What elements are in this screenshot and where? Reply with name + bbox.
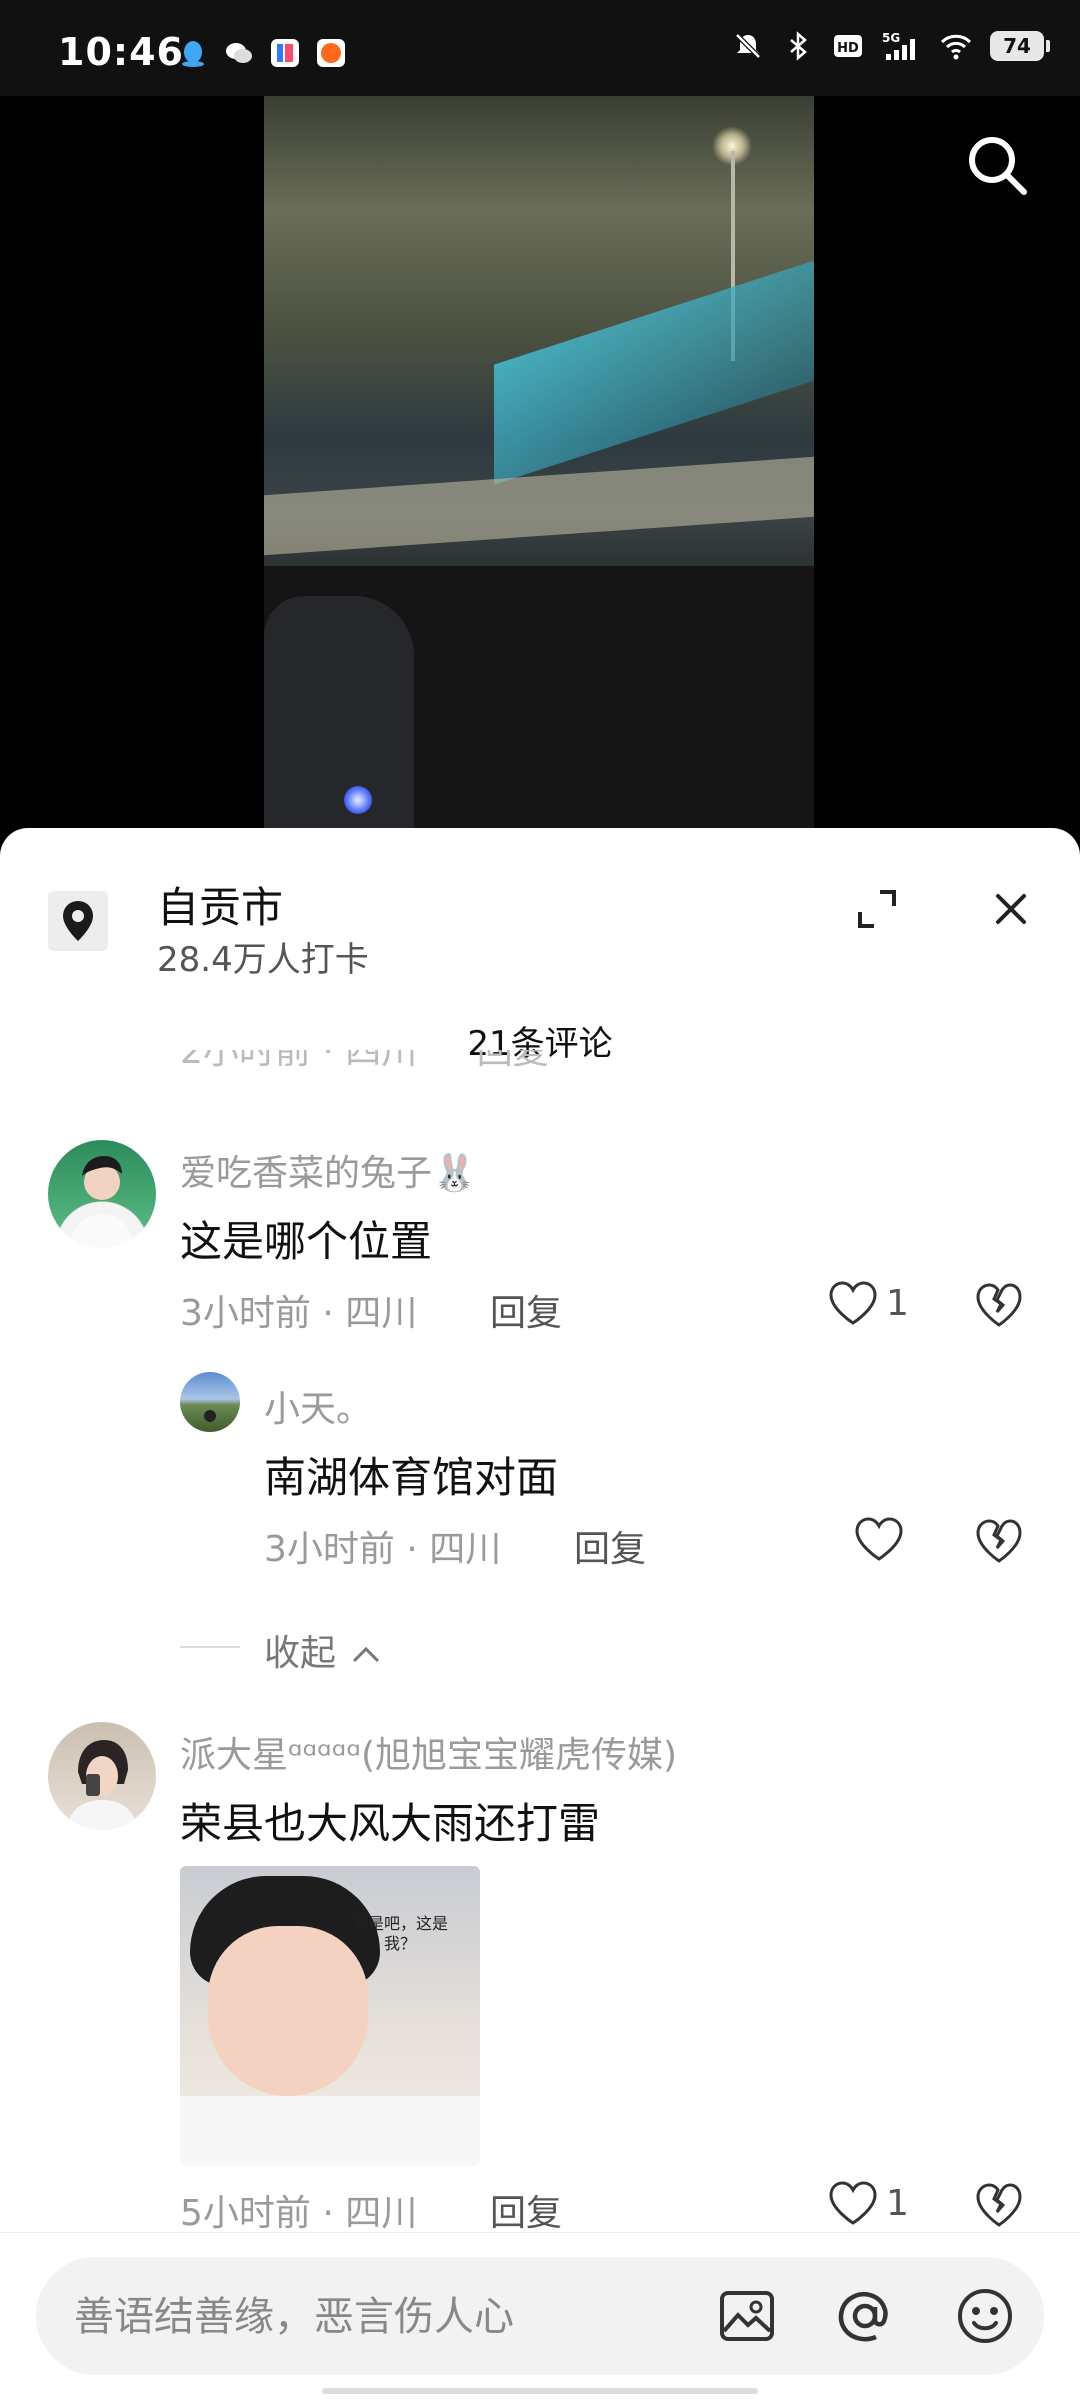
status-time: 10:46 <box>58 30 184 74</box>
reply-content[interactable]: 南湖体育馆对面 <box>264 1444 558 1505</box>
video-player[interactable] <box>0 96 1080 856</box>
comment-username[interactable]: 派大星ᵅᵅᵅᵅᵅ(旭旭宝宝耀虎传媒) <box>180 1726 677 1778</box>
dislike-icon[interactable] <box>974 1280 1024 1330</box>
close-icon[interactable] <box>990 888 1032 930</box>
collapse-divider <box>180 1646 240 1648</box>
app-icon-orange <box>317 39 345 67</box>
emoji-icon[interactable] <box>954 2285 1016 2347</box>
status-app-icons <box>178 38 346 68</box>
svg-text:5G: 5G <box>882 31 900 45</box>
battery-icon: 74 <box>990 31 1050 61</box>
location-pin-icon <box>48 891 108 951</box>
avatar[interactable] <box>48 1140 156 1248</box>
signal-icon: 5G <box>882 31 915 60</box>
comment-sticker-image[interactable]: 不是吧，这是 我？ <box>180 1866 480 2166</box>
comment-input[interactable] <box>74 2287 694 2347</box>
header-divider <box>0 1074 1080 1075</box>
comment-content[interactable]: 荣县也大风大雨还打雷 <box>180 1790 600 1851</box>
comment-username[interactable]: 爱吃香菜的兔子🐰 <box>180 1144 477 1196</box>
sticker-caption: 不是吧，这是 我？ <box>351 1914 448 1953</box>
reply-button[interactable]: 回复 <box>490 2184 562 2236</box>
hd-icon: HD <box>834 35 862 57</box>
like-button[interactable]: 1 <box>828 2180 909 2226</box>
like-button[interactable]: 1 <box>828 1280 909 1326</box>
avatar[interactable] <box>48 1722 156 1830</box>
svg-text:HD: HD <box>837 41 859 56</box>
reply-button[interactable]: 回复 <box>490 1284 562 1336</box>
video-led <box>344 786 372 814</box>
clipped-comment-row: 2小时前 · 四川 回复 <box>0 1050 1080 1074</box>
bluetooth-icon <box>790 31 807 61</box>
status-system-icons: HD 5G 74 <box>732 30 1050 62</box>
wifi-icon <box>940 34 972 60</box>
reply-avatar[interactable] <box>180 1372 240 1432</box>
reply-button[interactable]: 回复 <box>574 1520 646 1572</box>
comment-content[interactable]: 这是哪个位置 <box>180 1208 432 1269</box>
mention-icon[interactable] <box>834 2285 896 2347</box>
reply-username[interactable]: 小天。 <box>264 1380 372 1432</box>
clipped-meta: 2小时前 · 四川 <box>180 1050 418 1072</box>
mute-icon <box>735 33 761 59</box>
clipped-reply: 回复 <box>476 1050 549 1072</box>
heart-icon <box>829 2181 877 2225</box>
app-icon <box>271 39 299 67</box>
qq-icon <box>182 41 204 67</box>
like-button[interactable] <box>854 1516 904 1562</box>
comment-input-bar <box>0 2232 1080 2400</box>
image-icon[interactable] <box>716 2285 778 2347</box>
location-header[interactable]: 自贡市 28.4万人打卡 <box>0 828 1080 998</box>
home-indicator[interactable] <box>322 2388 758 2394</box>
heart-icon <box>829 1281 877 1325</box>
expand-icon[interactable] <box>856 888 898 930</box>
wechat-icon <box>226 43 252 63</box>
video-frame[interactable] <box>264 96 814 856</box>
comment-meta: 3小时前 · 四川 <box>180 1293 418 1334</box>
video-road <box>264 456 814 556</box>
search-icon[interactable] <box>962 130 1032 200</box>
collapse-label[interactable]: 收起 <box>264 1624 381 1676</box>
status-bar: 10:46 HD 5G 74 <box>0 0 1080 96</box>
comment-sheet: 自贡市 28.4万人打卡 21条评论 2小时前 · 四川 回复 爱吃香菜的兔子🐰… <box>0 828 1080 2400</box>
like-count: 1 <box>886 2182 909 2224</box>
location-title: 自贡市 <box>157 883 284 932</box>
like-count: 1 <box>886 1282 909 1324</box>
dislike-icon[interactable] <box>974 1516 1024 1566</box>
reply-meta: 3小时前 · 四川 <box>264 1529 502 1570</box>
video-dash-device <box>264 596 414 856</box>
chevron-up-icon <box>353 1646 380 1663</box>
heart-icon <box>855 1517 903 1561</box>
video-railing <box>494 257 814 485</box>
location-checkins: 28.4万人打卡 <box>157 940 369 980</box>
battery-level: 74 <box>1003 34 1031 58</box>
comment-meta: 5小时前 · 四川 <box>180 2193 418 2234</box>
comment-input-container[interactable] <box>36 2257 1044 2375</box>
dislike-icon[interactable] <box>974 2180 1024 2230</box>
